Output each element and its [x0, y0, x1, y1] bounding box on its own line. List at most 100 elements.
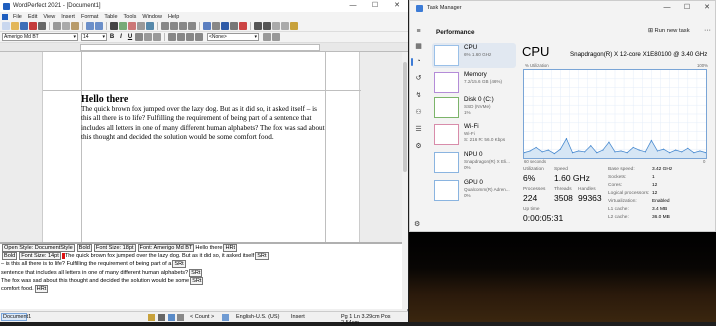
- code-font-size[interactable]: Font Size: 14pt: [19, 252, 61, 261]
- word-count[interactable]: < Count >: [190, 314, 214, 320]
- outline-icon[interactable]: [195, 33, 203, 41]
- grammar-icon[interactable]: [128, 22, 136, 30]
- indent-icon[interactable]: [186, 33, 194, 41]
- code-font-size[interactable]: Font Size: 18pt: [93, 244, 136, 252]
- maximize-button[interactable]: ☐: [677, 1, 697, 13]
- underline-button[interactable]: U: [126, 34, 134, 40]
- settings-gear-icon[interactable]: ⚙: [414, 220, 420, 228]
- columns-icon[interactable]: [179, 22, 187, 30]
- menu-file[interactable]: File: [10, 14, 25, 20]
- document-page[interactable]: Hello there The quick brown fox jumped o…: [42, 52, 361, 242]
- services-icon[interactable]: ⚙: [414, 143, 423, 151]
- highlight-icon[interactable]: [239, 22, 247, 30]
- vertical-scrollbar[interactable]: [402, 52, 408, 242]
- reveal-codes-panel[interactable]: Open Style: DocumentStyle Bold Font Size: …: [0, 242, 402, 309]
- chart-icon[interactable]: [212, 22, 220, 30]
- new-document-icon[interactable]: [2, 22, 10, 30]
- toolbar-options-icon[interactable]: [272, 33, 280, 41]
- strikeout-icon[interactable]: [135, 33, 143, 41]
- hamburger-menu-icon[interactable]: ≡: [414, 28, 423, 36]
- print-icon[interactable]: [38, 22, 46, 30]
- table-icon[interactable]: [188, 22, 196, 30]
- numbering-icon[interactable]: [170, 22, 178, 30]
- spell-status-icon[interactable]: [168, 314, 175, 321]
- code-font[interactable]: Font: Amerigo Md BT: [137, 244, 195, 252]
- style-select[interactable]: <None>: [207, 33, 259, 41]
- favorites-icon[interactable]: [290, 22, 298, 30]
- resource-npu[interactable]: NPU 0 Snapdragon(R) X Eli... 0%: [432, 150, 516, 175]
- processes-icon[interactable]: ▦: [414, 43, 423, 51]
- resource-disk[interactable]: Disk 0 (C:) SSD (NVMe) 1%: [432, 95, 516, 120]
- menu-help[interactable]: Help: [165, 14, 182, 20]
- draw-icon[interactable]: [137, 22, 145, 30]
- code-soft-return[interactable]: SRt: [172, 260, 186, 269]
- redo-icon[interactable]: [95, 22, 103, 30]
- reveal-codes-icon[interactable]: [221, 22, 229, 30]
- performance-icon[interactable]: ◔: [414, 58, 423, 66]
- bold-button[interactable]: B: [108, 34, 116, 40]
- resource-cpu[interactable]: CPU 6% 1.60 GHz: [432, 43, 516, 68]
- details-icon[interactable]: ☰: [414, 126, 423, 134]
- macro-icon[interactable]: [177, 314, 184, 321]
- bullets-icon[interactable]: [161, 22, 169, 30]
- cursor-position[interactable]: Pg 1 Ln 3.29cm Pos 2.54cm: [341, 314, 408, 326]
- highlight-color-icon[interactable]: [153, 33, 161, 41]
- menu-view[interactable]: View: [40, 14, 58, 20]
- menu-table[interactable]: Table: [101, 14, 120, 20]
- paste-icon[interactable]: [71, 22, 79, 30]
- ruler[interactable]: [0, 43, 408, 52]
- forward-arrow-icon[interactable]: [263, 22, 271, 30]
- undo-icon[interactable]: [86, 22, 94, 30]
- minimize-button[interactable]: —: [342, 0, 364, 12]
- text-color-icon[interactable]: [144, 33, 152, 41]
- copy-icon[interactable]: [62, 22, 70, 30]
- font-size-select[interactable]: 14: [81, 33, 107, 41]
- toolbar-icon[interactable]: [281, 22, 289, 30]
- menu-format[interactable]: Format: [78, 14, 101, 20]
- resource-gpu[interactable]: GPU 0 Qualcomm(R) Adren... 0%: [432, 178, 516, 203]
- code-open-style[interactable]: Open Style: DocumentStyle: [2, 244, 75, 252]
- resource-memory[interactable]: Memory 7.2/15.6 GB (46%): [432, 70, 516, 95]
- app-history-icon[interactable]: ↺: [414, 75, 423, 83]
- maximize-button[interactable]: ☐: [364, 0, 386, 12]
- toolbar-icon[interactable]: [272, 22, 280, 30]
- align-left-icon[interactable]: [168, 33, 176, 41]
- code-soft-return[interactable]: SRt: [190, 276, 204, 285]
- code-hard-return[interactable]: HRt: [34, 285, 49, 294]
- menu-edit[interactable]: Edit: [25, 14, 40, 20]
- resource-wifi[interactable]: Wi-Fi Wi-Fi S: 216 R: 56.0 Kbps: [432, 122, 516, 147]
- menu-window[interactable]: Window: [139, 14, 165, 20]
- menu-tools[interactable]: Tools: [121, 14, 140, 20]
- cut-icon[interactable]: [53, 22, 61, 30]
- document-tab[interactable]: Document1: [1, 313, 31, 321]
- italic-button[interactable]: I: [117, 34, 125, 40]
- printer-icon[interactable]: [158, 314, 165, 321]
- document-body-text[interactable]: The quick brown fox jumped over the lazy…: [81, 105, 325, 142]
- language-icon[interactable]: [222, 314, 229, 321]
- line-spacing-icon[interactable]: [177, 33, 185, 41]
- text-box-icon[interactable]: [146, 22, 154, 30]
- startup-apps-icon[interactable]: ↯: [414, 92, 423, 100]
- spell-check-icon[interactable]: [119, 22, 127, 30]
- document-icon[interactable]: [2, 13, 8, 20]
- run-new-task-button[interactable]: ⊞ Run new task: [648, 28, 690, 34]
- language[interactable]: English-U.S. (US): [236, 314, 279, 320]
- image-icon[interactable]: [203, 22, 211, 30]
- more-options-icon[interactable]: ···: [704, 27, 711, 34]
- code-bold[interactable]: Bold: [2, 252, 18, 261]
- comment-icon[interactable]: [230, 22, 238, 30]
- code-hard-return[interactable]: HRt: [223, 244, 238, 252]
- save-icon[interactable]: [20, 22, 28, 30]
- zoom-icon[interactable]: [110, 22, 118, 30]
- back-arrow-icon[interactable]: [254, 22, 262, 30]
- code-soft-return[interactable]: SRt: [255, 252, 269, 261]
- open-folder-icon[interactable]: [11, 22, 19, 30]
- users-icon[interactable]: ⚇: [414, 109, 423, 117]
- close-button[interactable]: ✕: [697, 1, 716, 13]
- close-button[interactable]: ✕: [386, 0, 408, 12]
- toolbar-options-icon[interactable]: [263, 33, 271, 41]
- font-name-select[interactable]: Amerigo Md BT: [2, 33, 78, 41]
- document-heading[interactable]: Hello there: [81, 94, 128, 105]
- code-soft-return[interactable]: SRt: [189, 268, 203, 277]
- publish-pdf-icon[interactable]: [29, 22, 37, 30]
